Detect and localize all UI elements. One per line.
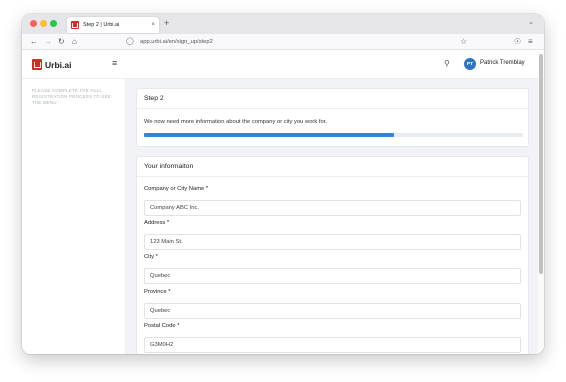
close-window-button[interactable] — [30, 20, 37, 27]
province-label: Province * — [144, 289, 171, 295]
url-text[interactable]: app.urbi.ai/en/sign_up/step2 — [140, 39, 213, 45]
step-title: Step 2 — [137, 89, 528, 109]
company-name-input[interactable] — [144, 200, 521, 216]
star-icon[interactable]: ☆ — [460, 36, 467, 48]
information-title: Your informaiton — [137, 157, 528, 177]
avatar[interactable]: PT — [464, 58, 476, 70]
maximize-window-button[interactable] — [50, 20, 57, 27]
url-bar[interactable]: ◯ app.urbi.ai/en/sign_up/step2 — [122, 36, 502, 48]
postal-code-label: Postal Code * — [144, 323, 180, 329]
step-card: Step 2 We now need more information abou… — [136, 88, 529, 147]
information-card: Your informaiton Company or City Name * … — [136, 156, 529, 354]
company-name-label: Company or City Name * — [144, 186, 209, 192]
pocket-icon[interactable]: ☉ — [514, 36, 521, 48]
app-header: Urbi.ai ≡ ⚲ PT Patrick Tremblay — [22, 51, 538, 79]
tab-title: Step 2 | Urbi.ai — [83, 22, 120, 28]
browser-window: Step 2 | Urbi.ai × + ⌄ ← → ↻ ⌂ ◯ app.urb… — [22, 14, 544, 354]
scrollbar-thumb[interactable] — [539, 54, 543, 274]
browser-tab[interactable]: Step 2 | Urbi.ai × — [67, 17, 159, 33]
postal-code-input[interactable] — [144, 337, 521, 353]
sidebar: PLEASE COMPLETE THE FULL REGISTRATION PR… — [22, 79, 126, 354]
hamburger-icon[interactable]: ≡ — [112, 58, 117, 68]
tab-close-icon[interactable]: × — [151, 22, 155, 28]
address-label: Address * — [144, 220, 170, 226]
logo[interactable]: Urbi.ai — [32, 59, 71, 70]
main-content: Step 2 We now need more information abou… — [126, 79, 538, 354]
sidebar-message: PLEASE COMPLETE THE FULL REGISTRATION PR… — [32, 88, 112, 105]
progress-bar — [144, 133, 523, 137]
urbi-favicon-icon — [71, 21, 79, 29]
reload-icon[interactable]: ↻ — [58, 36, 65, 48]
province-field-group: Province * — [144, 289, 521, 319]
new-tab-button[interactable]: + — [164, 18, 169, 28]
address-input[interactable] — [144, 234, 521, 250]
shield-icon[interactable]: ◯ — [126, 36, 134, 48]
city-field-group: City * — [144, 254, 521, 284]
forward-arrow-icon[interactable]: → — [44, 36, 52, 48]
province-input[interactable] — [144, 303, 521, 319]
step-description: We now need more information about the c… — [144, 119, 327, 125]
address-field-group: Address * — [144, 220, 521, 250]
city-label: City * — [144, 254, 158, 260]
user-name[interactable]: Patrick Tremblay — [480, 60, 525, 66]
city-input[interactable] — [144, 268, 521, 284]
home-icon[interactable]: ⌂ — [72, 36, 77, 48]
company-name-field-group: Company or City Name * — [144, 186, 521, 216]
postal-code-field-group: Postal Code * — [144, 323, 521, 353]
browser-menu-icon[interactable]: ≡ — [528, 36, 533, 48]
tab-strip: Step 2 | Urbi.ai × + ⌄ — [22, 14, 544, 34]
tab-list-chevron-icon[interactable]: ⌄ — [528, 18, 534, 26]
urbi-logo-icon — [32, 59, 42, 70]
back-arrow-icon[interactable]: ← — [30, 36, 38, 48]
logo-text: Urbi.ai — [45, 59, 72, 70]
search-icon[interactable]: ⚲ — [444, 59, 450, 68]
progress-fill — [144, 133, 395, 137]
minimize-window-button[interactable] — [40, 20, 47, 27]
navigation-bar: ← → ↻ ⌂ ◯ app.urbi.ai/en/sign_up/step2 ☆… — [22, 34, 544, 50]
